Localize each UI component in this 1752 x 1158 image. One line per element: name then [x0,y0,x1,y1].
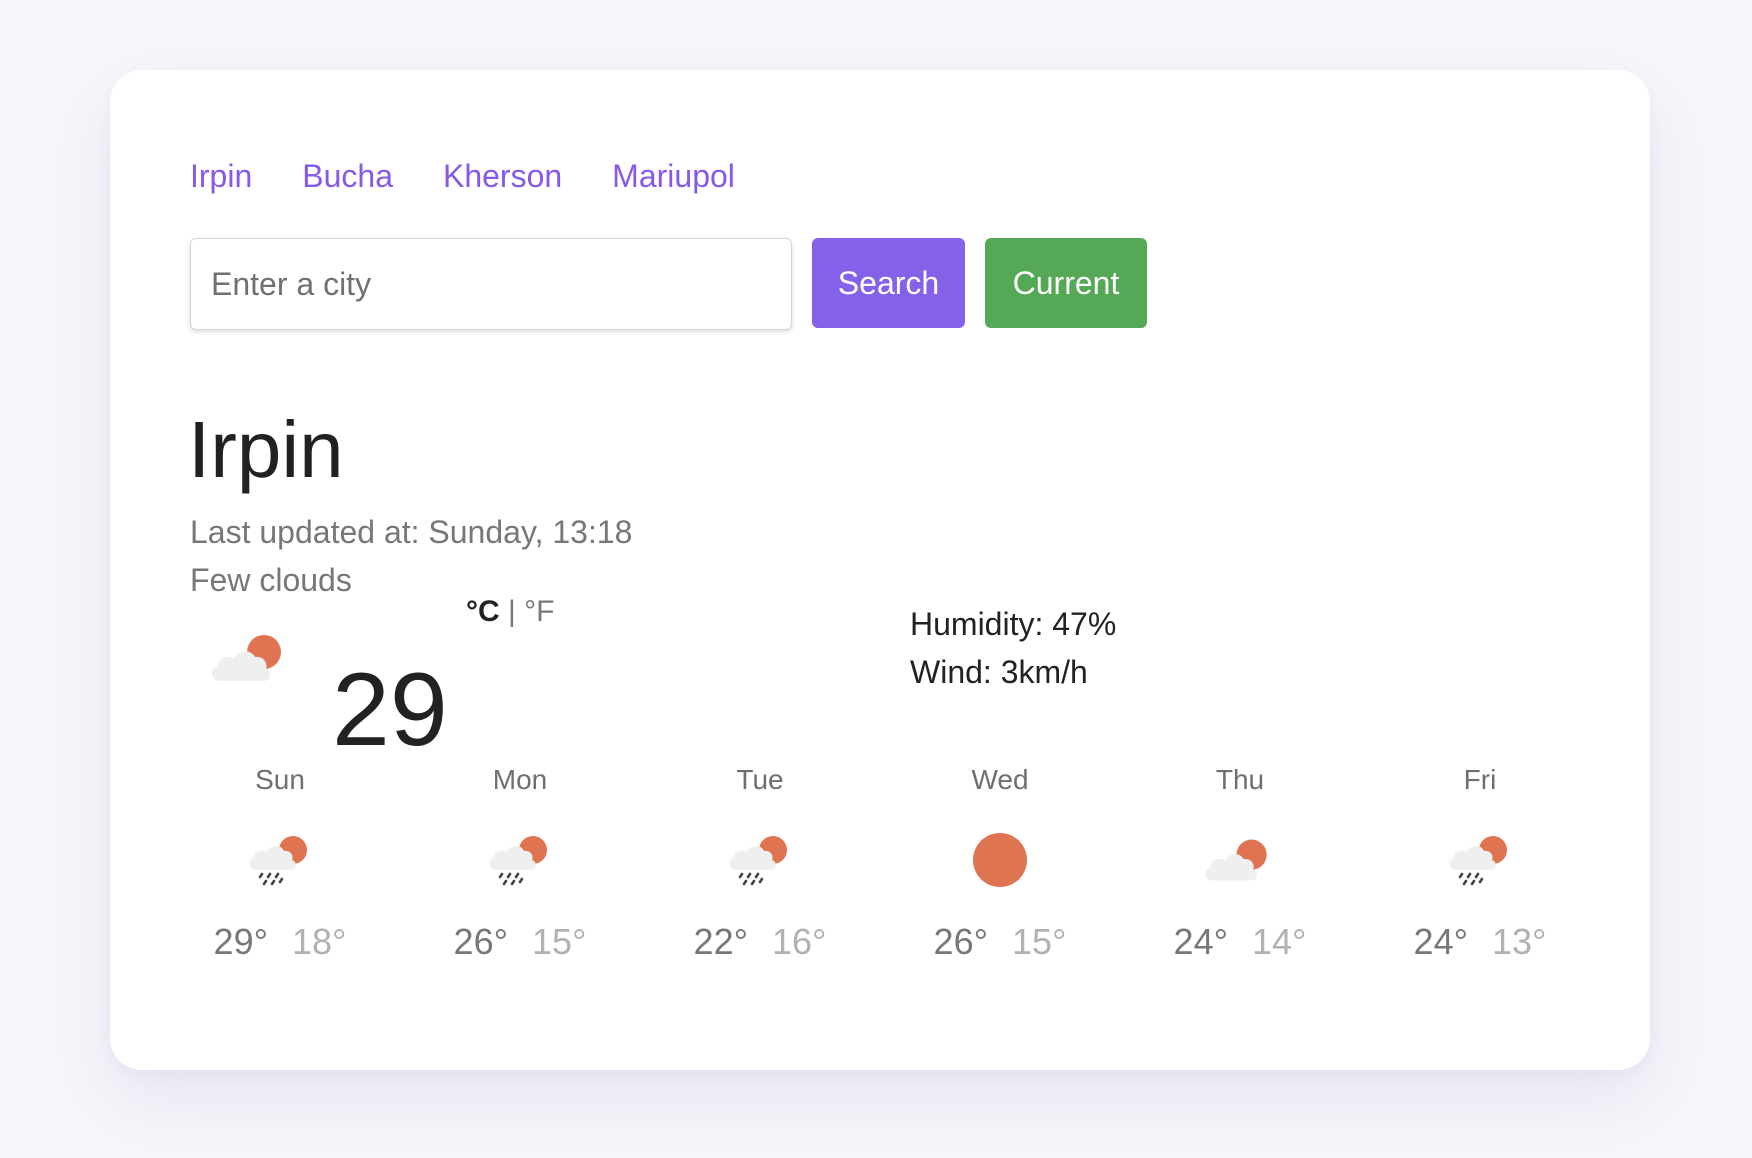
search-form: Search Current [190,238,1147,330]
forecast-temps: 29° 18° [190,920,370,964]
sun-icon [960,820,1040,900]
forecast-temps: 26° 15° [430,920,610,964]
forecast-max-temp: 22° [693,921,748,962]
city-link-kherson[interactable]: Kherson [443,154,562,198]
forecast-day-name: Thu [1215,764,1265,795]
forecast-day-name: Wed [971,764,1029,795]
city-links: Irpin Bucha Kherson Mariupol [190,154,735,198]
weather-card: Irpin Bucha Kherson Mariupol Search Curr… [110,70,1650,1070]
forecast-min-temp: 18° [292,921,347,962]
weather-details: Humidity: 47% Wind: 3km/h [910,600,1116,696]
forecast-min-temp: 15° [1012,921,1067,962]
forecast-day: Thu 24° 14° [1150,760,1330,964]
current-location-button[interactable]: Current [985,238,1147,328]
weather-meta: Last updated at: Sunday, 13:18 Few cloud… [190,508,632,604]
few-clouds-icon [206,618,296,698]
forecast-max-temp: 24° [1173,921,1228,962]
forecast-day-name: Fri [1463,764,1497,795]
forecast-min-temp: 14° [1252,921,1307,962]
forecast-max-temp: 24° [1413,921,1468,962]
forecast-day: Tue 22° 16° [670,760,850,964]
current-temperature: 29 [332,652,448,768]
forecast-day: Mon 26° 15° [430,760,610,964]
forecast-day-name: Sun [255,764,305,795]
forecast-max-temp: 26° [933,921,988,962]
forecast: Sun 29° 18° Mon 26° 15° Tue 22° 16° Wed 26°… [190,760,1630,962]
rain-sun-icon [240,820,320,900]
celsius-unit[interactable]: °C [466,595,500,628]
unit-separator: | [508,595,516,628]
forecast-min-temp: 16° [772,921,827,962]
forecast-max-temp: 29° [213,921,268,962]
forecast-day: Sun 29° 18° [190,760,370,964]
forecast-min-temp: 13° [1492,921,1547,962]
forecast-temps: 26° 15° [910,920,1090,964]
last-updated: Last updated at: Sunday, 13:18 [190,514,633,550]
forecast-day: Wed 26° 15° [910,760,1090,964]
few-clouds-icon [1200,820,1280,900]
unit-toggle: °C | °F [466,592,554,632]
forecast-day-name: Mon [492,764,548,795]
city-search-input[interactable] [190,238,792,330]
rain-sun-icon [1440,820,1520,900]
rain-sun-icon [720,820,800,900]
forecast-day: Fri 24° 13° [1390,760,1570,964]
weather-description: Few clouds [190,562,352,598]
forecast-max-temp: 26° [453,921,508,962]
humidity: Humidity: 47% [910,606,1117,642]
forecast-temps: 24° 14° [1150,920,1330,964]
forecast-temps: 22° 16° [670,920,850,964]
search-button[interactable]: Search [812,238,965,328]
forecast-min-temp: 15° [532,921,587,962]
forecast-temps: 24° 13° [1390,920,1570,964]
city-link-mariupol[interactable]: Mariupol [612,154,735,198]
city-title: Irpin [188,405,344,494]
rain-sun-icon [480,820,560,900]
city-link-bucha[interactable]: Bucha [302,154,393,198]
fahrenheit-link[interactable]: °F [524,595,554,628]
forecast-day-name: Tue [736,764,784,795]
wind: Wind: 3km/h [910,654,1088,690]
city-link-irpin[interactable]: Irpin [190,154,252,198]
